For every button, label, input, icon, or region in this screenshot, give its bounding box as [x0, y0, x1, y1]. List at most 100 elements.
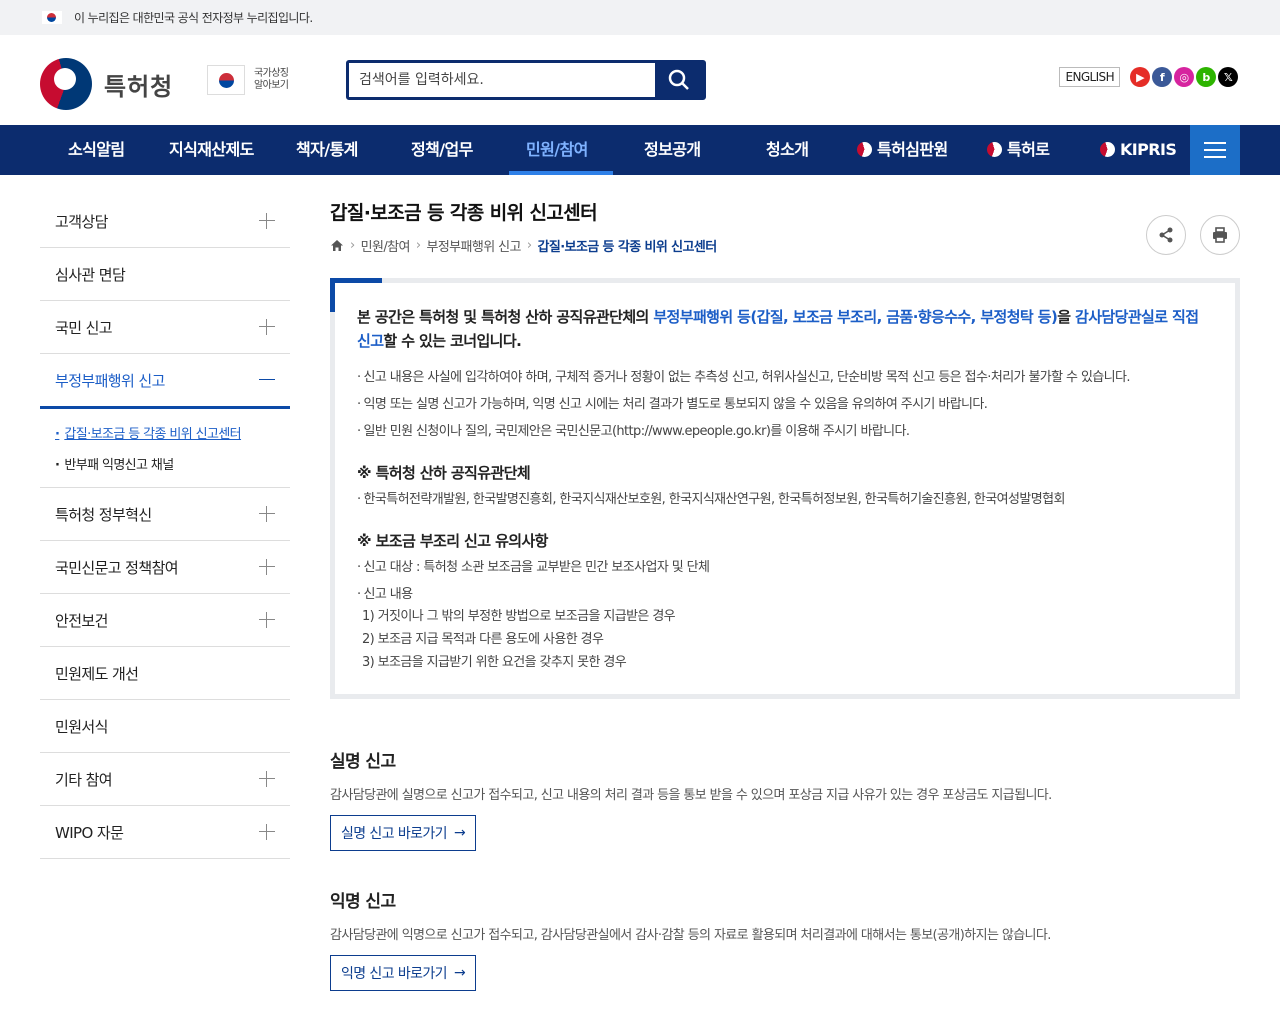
section-title: 익명 신고 [330, 892, 396, 912]
search-icon [668, 69, 689, 90]
sub-item-anonymous-channel[interactable]: 반부패 익명신고 채널 [55, 450, 290, 481]
real-name-section: 실명 신고 감사담당관에 실명으로 신고가 접수되고, 신고 내용의 처리 결과… [330, 747, 1240, 851]
subsidy-item: 2) 보조금 지급 목적과 다른 용도에 사용한 경우 [362, 632, 604, 647]
sidebar-item-label: 국민신문고 정책참여 [55, 558, 179, 577]
kipo-symbol-icon [1100, 142, 1115, 157]
print-button[interactable] [1200, 215, 1240, 255]
button-label: 실명 신고 바로가기 [341, 826, 448, 842]
minus-icon [259, 372, 275, 388]
subsidy-content-label: 신고 내용 [357, 585, 1213, 605]
plus-icon [259, 612, 275, 628]
print-icon [1213, 227, 1227, 243]
nav-item-patentro[interactable]: 특허로 [987, 125, 1050, 175]
nav-item-ip-system[interactable]: 지식재산제도 [169, 125, 254, 175]
utility-links: ENGLISH ▶ f ◎ b 𝕏 [1059, 67, 1238, 87]
sidebar-item-label: 특허청 정부혁신 [55, 505, 152, 524]
plus-icon [259, 824, 275, 840]
org-heading: ※ 특허청 산하 공직유관단체 [357, 464, 531, 482]
plus-icon [259, 559, 275, 575]
sidebar-item-public-report[interactable]: 국민 신고 [40, 301, 290, 354]
nav-item-ipt-label: 특허심판원 [877, 140, 948, 159]
notice-bullet: 일반 민원 신청이나 질의, 국민제안은 국민신문고(http://www.ep… [357, 422, 1213, 442]
button-label: 익명 신고 바로가기 [341, 966, 448, 982]
nav-item-publications[interactable]: 책자/통계 [296, 125, 358, 175]
search-box [346, 60, 706, 100]
sidebar-item-epeople-policy[interactable]: 국민신문고 정책참여 [40, 541, 290, 594]
notice-bullet: 익명 또는 실명 신고가 가능하며, 익명 신고 시에는 처리 결과가 별도로 … [357, 395, 1213, 415]
sidebar-submenu: 갑질·보조금 등 각종 비위 신고센터 반부패 익명신고 채널 [40, 409, 290, 488]
sub-item-misconduct-center[interactable]: 갑질·보조금 등 각종 비위 신고센터 [55, 419, 290, 450]
sidebar-item-label: 안전보건 [55, 611, 108, 630]
chevron-right-icon: › [350, 238, 355, 253]
blog-icon[interactable]: b [1196, 67, 1216, 87]
sidebar-item-label: 국민 신고 [55, 318, 113, 337]
subsidy-heading: ※ 보조금 부조리 신고 유의사항 [357, 532, 548, 550]
chevron-right-icon: › [415, 238, 421, 253]
notice-lead: 본 공간은 특허청 및 특허청 산하 공직유관단체의 부정부패행위 등(갑질, … [357, 308, 1199, 350]
sidebar-item-label: 민원제도 개선 [55, 664, 139, 683]
sidebar-item-label: 민원서식 [55, 717, 108, 736]
anonymous-report-button[interactable]: 익명 신고 바로가기 → [330, 955, 477, 991]
nav-item-about[interactable]: 청소개 [766, 125, 809, 175]
all-menu-button[interactable] [1190, 125, 1240, 175]
breadcrumb-item[interactable]: 부정부패행위 신고 [426, 236, 521, 255]
header: 특허청 국가상징 알아보기 ENGLISH ▶ f ◎ b 𝕏 [0, 35, 1280, 125]
breadcrumb-current: 갑질·보조금 등 각종 비위 신고센터 [537, 240, 717, 255]
anonymous-section: 익명 신고 감사담당관에 익명으로 신고가 접수되고, 감사담당관실에서 감사·… [330, 887, 1240, 991]
symbol-line1: 국가상징 [254, 68, 289, 79]
main-content: 갑질·보조금 등 각종 비위 신고센터 › 민원/참여 › 부정부패행위 신고 … [330, 195, 1240, 991]
share-button[interactable] [1146, 215, 1186, 255]
sidebar-item-label: 심사관 면담 [55, 265, 126, 284]
sidebar-item-label: 기타 참여 [55, 770, 113, 789]
nav-item-disclosure[interactable]: 정보공개 [644, 125, 701, 175]
share-icon [1159, 227, 1173, 243]
nav-item-policy[interactable]: 정책/업무 [411, 125, 473, 175]
plus-icon [259, 319, 275, 335]
org-list: 한국특허전략개발원, 한국발명진흥회, 한국지식재산보호원, 한국지식재산연구원… [357, 490, 1213, 510]
instagram-icon[interactable]: ◎ [1174, 67, 1194, 87]
kipo-symbol-icon [987, 142, 1002, 157]
search-input[interactable] [349, 63, 655, 97]
main-nav: 소식알림 지식재산제도 책자/통계 정책/업무 민원/참여 정보공개 청소개 특… [0, 125, 1280, 175]
subsidy-item: 1) 거짓이나 그 밖의 부정한 방법으로 보조금을 지급받은 경우 [362, 609, 676, 624]
gov-banner: 이 누리집은 대한민국 공식 전자정부 누리집입니다. [0, 0, 1280, 35]
section-desc: 감사담당관에 익명으로 신고가 접수되고, 감사담당관실에서 감사·감찰 등의 … [330, 928, 1051, 943]
subsidy-target: 신고 대상 : 특허청 소관 보조금을 교부받은 민간 보조사업자 및 단체 [357, 558, 1213, 578]
nav-item-civil[interactable]: 민원/참여 [509, 125, 613, 175]
real-name-report-button[interactable]: 실명 신고 바로가기 → [330, 815, 477, 851]
arrow-right-icon: → [453, 825, 466, 841]
sidebar-item-civil-improvement[interactable]: 민원제도 개선 [40, 647, 290, 700]
korean-flag-icon [42, 11, 62, 24]
nav-item-kipris[interactable]: KIPRIS [1100, 125, 1177, 175]
national-symbol-link[interactable]: 국가상징 알아보기 [207, 65, 289, 95]
sidebar-item-examiner-interview[interactable]: 심사관 면담 [40, 248, 290, 301]
sidebar-item-civil-forms[interactable]: 민원서식 [40, 700, 290, 753]
youtube-icon[interactable]: ▶ [1130, 67, 1150, 87]
x-icon[interactable]: 𝕏 [1218, 67, 1238, 87]
sidebar-item-safety-health[interactable]: 안전보건 [40, 594, 290, 647]
sidebar-item-other-participation[interactable]: 기타 참여 [40, 753, 290, 806]
nav-item-ipt[interactable]: 특허심판원 [857, 125, 948, 175]
notice-box: 본 공간은 특허청 및 특허청 산하 공직유관단체의 부정부패행위 등(갑질, … [330, 278, 1240, 699]
government-symbol-icon [40, 58, 92, 110]
sidebar-item-label: 고객상담 [55, 212, 108, 231]
home-icon[interactable] [330, 239, 344, 252]
breadcrumb-item[interactable]: 민원/참여 [361, 236, 411, 255]
symbol-line2: 알아보기 [254, 80, 289, 91]
plus-icon [259, 213, 275, 229]
logo-text: 특허청 [104, 72, 174, 101]
nav-item-kipris-label: KIPRIS [1120, 140, 1177, 159]
english-link[interactable]: ENGLISH [1059, 67, 1120, 87]
sidebar: 고객상담 심사관 면담 국민 신고 부정부패행위 신고 갑질·보조금 등 각종 … [40, 195, 290, 859]
kipo-logo[interactable]: 특허청 [40, 58, 173, 110]
sidebar-item-wipo[interactable]: WIPO 자문 [40, 806, 290, 859]
sidebar-item-gov-innovation[interactable]: 특허청 정부혁신 [40, 488, 290, 541]
nav-item-news[interactable]: 소식알림 [68, 125, 125, 175]
chevron-right-icon: › [526, 238, 532, 253]
facebook-icon[interactable]: f [1152, 67, 1172, 87]
breadcrumb: › 민원/참여 › 부정부패행위 신고 › 갑질·보조금 등 각종 비위 신고센… [330, 236, 1240, 255]
sidebar-item-corruption-report[interactable]: 부정부패행위 신고 [40, 354, 290, 409]
sidebar-item-customer-counsel[interactable]: 고객상담 [40, 195, 290, 248]
sidebar-item-label: WIPO 자문 [55, 823, 124, 842]
search-button[interactable] [655, 63, 703, 97]
